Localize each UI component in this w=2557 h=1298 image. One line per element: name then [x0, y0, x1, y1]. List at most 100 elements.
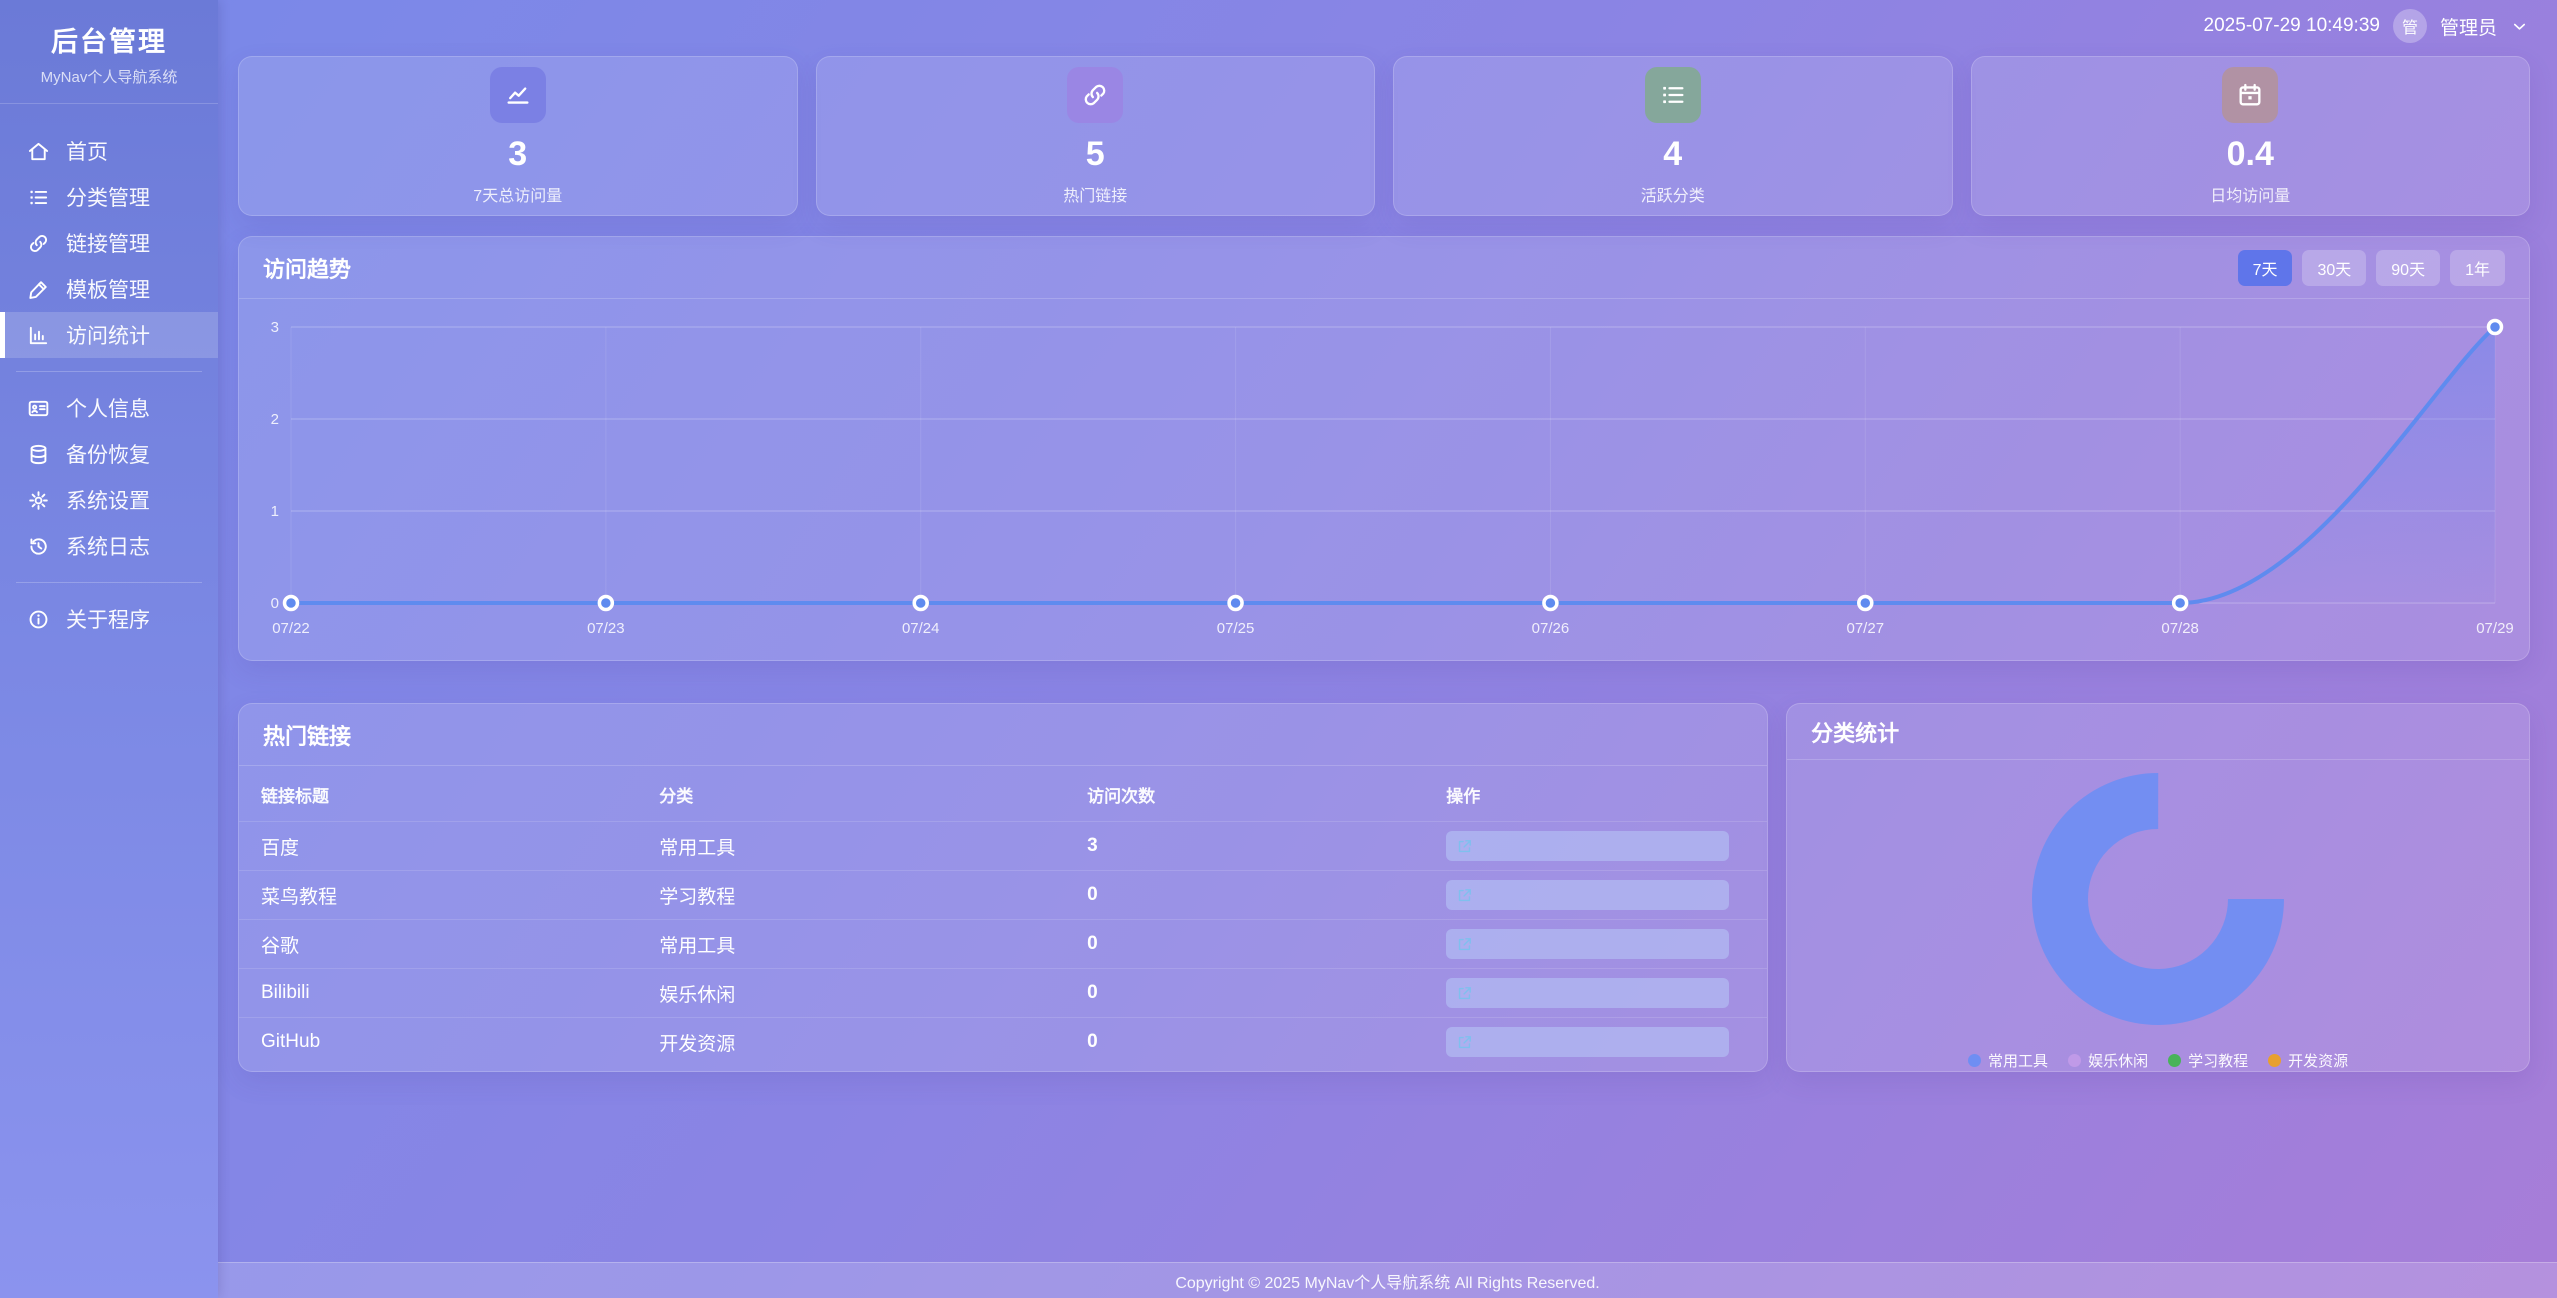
stat-label: 热门链接	[1063, 182, 1127, 206]
link-title-cell: 百度	[239, 822, 659, 871]
range-button-1年[interactable]: 1年	[2450, 250, 2505, 286]
range-button-30天[interactable]: 30天	[2302, 250, 2366, 286]
column-header: 链接标题	[239, 766, 659, 822]
sidebar-item-3[interactable]: 模板管理	[0, 266, 218, 312]
history-icon	[27, 535, 50, 558]
link-icon	[1067, 67, 1123, 123]
stat-value: 0.4	[2227, 135, 2274, 174]
stat-label: 活跃分类	[1641, 182, 1705, 206]
table-row: 谷歌常用工具0	[239, 920, 1767, 969]
link-category-cell: 常用工具	[659, 920, 1087, 969]
link-title-cell: Bilibili	[239, 969, 659, 1018]
avatar[interactable]: 管	[2393, 9, 2427, 43]
sidebar-nav: 首页分类管理链接管理模板管理访问统计个人信息备份恢复系统设置系统日志关于程序	[0, 104, 218, 642]
sidebar-item-label: 访问统计	[66, 320, 150, 350]
donut-chart-svg	[2019, 760, 2297, 1038]
link-action-cell	[1446, 920, 1767, 969]
sidebar-item-6[interactable]: 备份恢复	[0, 431, 218, 477]
hot-links-card: 热门链接 链接标题分类访问次数操作 百度常用工具3菜鸟教程学习教程0谷歌常用工具…	[238, 703, 1768, 1072]
hot-links-table: 链接标题分类访问次数操作 百度常用工具3菜鸟教程学习教程0谷歌常用工具0Bili…	[239, 766, 1767, 1067]
link-visits-cell: 0	[1087, 871, 1446, 920]
brush-icon	[27, 278, 50, 301]
legend-item-3[interactable]: 开发资源	[2268, 1050, 2348, 1071]
open-link-button[interactable]	[1446, 880, 1729, 910]
list-icon	[27, 186, 50, 209]
open-link-button[interactable]	[1446, 1027, 1729, 1057]
stat-card-3: 0.4 日均访问量	[1971, 56, 2531, 216]
stats-row: 37天总访问量 5 热门链接 4 活跃分类 0.4 日均访问量	[238, 56, 2530, 216]
svg-text:07/22: 07/22	[272, 620, 310, 637]
range-button-90天[interactable]: 90天	[2376, 250, 2440, 286]
stat-value: 4	[1663, 135, 1682, 174]
database-icon	[27, 443, 50, 466]
table-row: Bilibili娱乐休闲0	[239, 969, 1767, 1018]
range-button-group: 7天30天 90天 1年	[2238, 250, 2505, 286]
legend-item-0[interactable]: 常用工具	[1968, 1050, 2048, 1071]
svg-text:07/23: 07/23	[587, 620, 625, 637]
column-header: 分类	[659, 766, 1087, 822]
legend-label: 开发资源	[2288, 1050, 2348, 1071]
id-card-icon	[27, 397, 50, 420]
link-visits-cell: 0	[1087, 1018, 1446, 1067]
home-icon	[27, 140, 50, 163]
sidebar-item-label: 分类管理	[66, 182, 150, 212]
stat-value: 5	[1086, 135, 1105, 174]
sidebar-item-9[interactable]: 关于程序	[0, 596, 218, 642]
link-category-cell: 常用工具	[659, 822, 1087, 871]
sidebar-item-8[interactable]: 系统日志	[0, 523, 218, 569]
svg-text:07/26: 07/26	[1532, 620, 1570, 637]
username[interactable]: 管理员	[2440, 13, 2497, 40]
legend-item-2[interactable]: 学习教程	[2168, 1050, 2248, 1071]
open-link-button[interactable]	[1446, 831, 1729, 861]
sidebar-item-label: 关于程序	[66, 604, 150, 634]
sidebar-item-7[interactable]: 系统设置	[0, 477, 218, 523]
line-chart-icon	[490, 67, 546, 123]
stat-card-0: 37天总访问量	[238, 56, 798, 216]
range-button-7天[interactable]: 7天	[2238, 250, 2293, 286]
table-row: 菜鸟教程学习教程0	[239, 871, 1767, 920]
category-header: 分类统计	[1787, 704, 2529, 760]
main-area: 2025-07-29 10:49:39 管 管理员 37天总访问量5热门链接4活…	[218, 0, 2557, 1298]
sidebar-header: 后台管理 MyNav个人导航系统	[0, 0, 218, 104]
sidebar-item-4[interactable]: 访问统计	[0, 312, 218, 358]
svg-text:3: 3	[271, 319, 279, 336]
svg-text:07/24: 07/24	[902, 620, 940, 637]
link-title-cell: 谷歌	[239, 920, 659, 969]
calendar-icon	[2222, 67, 2278, 123]
column-header: 操作	[1446, 766, 1767, 822]
link-action-cell	[1446, 871, 1767, 920]
sidebar-item-label: 系统设置	[66, 485, 150, 515]
open-link-button[interactable]	[1446, 929, 1729, 959]
link-visits-cell: 0	[1087, 969, 1446, 1018]
dashboard-content: 37天总访问量5热门链接4活跃分类0.4日均访问量 访问趋势 7天30天90天1…	[218, 52, 2557, 1262]
visit-trend-card: 访问趋势 7天30天90天1年 012307/2207/2307/2407/25…	[238, 236, 2530, 661]
link-icon	[27, 232, 50, 255]
svg-text:07/29: 07/29	[2476, 620, 2514, 637]
legend-label: 常用工具	[1988, 1050, 2048, 1071]
sidebar: 后台管理 MyNav个人导航系统 首页分类管理链接管理模板管理访问统计个人信息备…	[0, 0, 218, 1298]
sidebar-item-0[interactable]: 首页	[0, 128, 218, 174]
legend-dot	[2268, 1054, 2281, 1067]
external-link-icon	[1456, 887, 1473, 904]
link-action-cell	[1446, 969, 1767, 1018]
legend-label: 娱乐休闲	[2088, 1050, 2148, 1071]
svg-text:0: 0	[271, 595, 279, 612]
link-visits-cell: 0	[1087, 920, 1446, 969]
stat-card-1: 5 热门链接	[816, 56, 1376, 216]
legend-item-1[interactable]: 娱乐休闲	[2068, 1050, 2148, 1071]
sidebar-item-1[interactable]: 分类管理	[0, 174, 218, 220]
table-head: 链接标题分类访问次数操作	[239, 766, 1767, 822]
link-title-cell: 菜鸟教程	[239, 871, 659, 920]
table-row: 百度常用工具3	[239, 822, 1767, 871]
table-row: GitHub开发资源0	[239, 1018, 1767, 1067]
sidebar-item-label: 系统日志	[66, 531, 150, 561]
copyright-text: Copyright © 2025 MyNav个人导航系统 All Rights …	[1175, 1269, 1599, 1293]
nav-divider	[16, 371, 202, 372]
trend-card-header: 访问趋势 7天30天90天1年	[239, 237, 2529, 299]
link-visits-cell: 3	[1087, 822, 1446, 871]
chevron-down-icon[interactable]	[2510, 17, 2529, 36]
stat-label: 日均访问量	[2210, 182, 2290, 206]
open-link-button[interactable]	[1446, 978, 1729, 1008]
sidebar-item-5[interactable]: 个人信息	[0, 385, 218, 431]
sidebar-item-2[interactable]: 链接管理	[0, 220, 218, 266]
